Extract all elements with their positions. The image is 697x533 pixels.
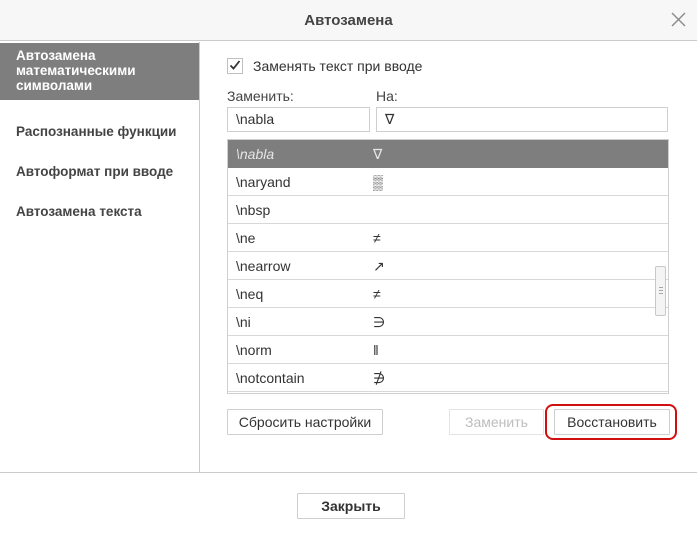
grip-line xyxy=(659,293,663,294)
replace-label: Заменить: xyxy=(227,88,294,104)
restore-button-highlight xyxy=(545,404,677,440)
sidebar-item-label: символами xyxy=(16,78,93,93)
row-symbol: ≠ xyxy=(373,230,381,246)
row-key: \nearrow xyxy=(236,258,291,274)
dialog-footer: Закрыть xyxy=(0,472,697,533)
sidebar-item-recognized-functions[interactable]: Распознанные функции xyxy=(0,124,199,139)
table-row[interactable]: \neq ≠ xyxy=(228,280,668,308)
sidebar-item-label: математическими xyxy=(16,63,136,78)
replace-input[interactable]: \nabla xyxy=(227,107,370,132)
row-symbol: ≠ xyxy=(373,286,381,302)
reset-settings-button[interactable]: Сбросить настройки xyxy=(227,409,383,435)
row-symbol: ∇ xyxy=(373,146,383,162)
sidebar-item-autoformat[interactable]: Автоформат при вводе xyxy=(0,164,199,179)
check-icon xyxy=(229,60,241,70)
table-row[interactable]: \nbsp xyxy=(228,196,668,224)
sidebar-item-text-autocorrect[interactable]: Автозамена текста xyxy=(0,204,199,219)
sidebar-item-label: Автозамена xyxy=(16,48,96,63)
row-key: \nbsp xyxy=(236,202,271,218)
with-input[interactable]: ∇ xyxy=(376,107,668,132)
table-row[interactable]: \notcontain ∌ xyxy=(228,364,668,392)
table-scrollbar-thumb[interactable] xyxy=(655,266,666,316)
grip-line xyxy=(659,290,663,291)
row-symbol: ↗ xyxy=(373,258,385,274)
row-key: \norm xyxy=(236,342,272,358)
autocorrect-dialog: Автозамена Автозамена математическими си… xyxy=(0,0,697,533)
dialog-title: Автозамена xyxy=(304,12,393,29)
sidebar-item-math-autocorrect[interactable]: Автозамена математическими символами xyxy=(0,43,199,100)
table-row[interactable]: \norm ‖ xyxy=(228,336,668,364)
replace-button[interactable]: Заменить xyxy=(449,409,544,435)
sidebar-item-label: Автозамена текста xyxy=(16,204,142,219)
row-symbol: ∋ xyxy=(373,314,386,330)
grip-line xyxy=(659,287,663,288)
sidebar-item-label: Автоформат при вводе xyxy=(16,164,174,179)
table-row[interactable]: \nabla ∇ xyxy=(228,140,668,168)
replace-on-type-checkbox[interactable] xyxy=(227,58,243,74)
symbols-table: \nabla ∇ \naryand ▒ \nbsp \ne ≠ \nearrow… xyxy=(227,139,669,394)
row-symbol: ‖ xyxy=(373,342,379,358)
sidebar-item-label: Распознанные функции xyxy=(16,124,177,139)
table-row[interactable]: \naryand ▒ xyxy=(228,168,668,196)
dialog-titlebar: Автозамена xyxy=(0,0,697,41)
row-key: \nabla xyxy=(236,146,275,162)
row-key: \ne xyxy=(236,230,256,246)
replace-on-type-label: Заменять текст при вводе xyxy=(253,58,423,74)
row-key: \naryand xyxy=(236,174,291,190)
close-button[interactable]: Закрыть xyxy=(297,493,405,519)
with-label: На: xyxy=(376,88,398,104)
row-symbol: ▒ xyxy=(373,174,383,190)
table-row[interactable]: \ni ∋ xyxy=(228,308,668,336)
row-symbol: ∌ xyxy=(373,370,386,386)
table-row[interactable]: \nearrow ↗ xyxy=(228,252,668,280)
sidebar: Автозамена математическими символами Рас… xyxy=(0,42,200,472)
row-key: \neq xyxy=(236,286,264,302)
row-key: \ni xyxy=(236,314,251,330)
close-icon[interactable] xyxy=(670,11,687,28)
row-key: \notcontain xyxy=(236,370,305,386)
table-row[interactable]: \ne ≠ xyxy=(228,224,668,252)
